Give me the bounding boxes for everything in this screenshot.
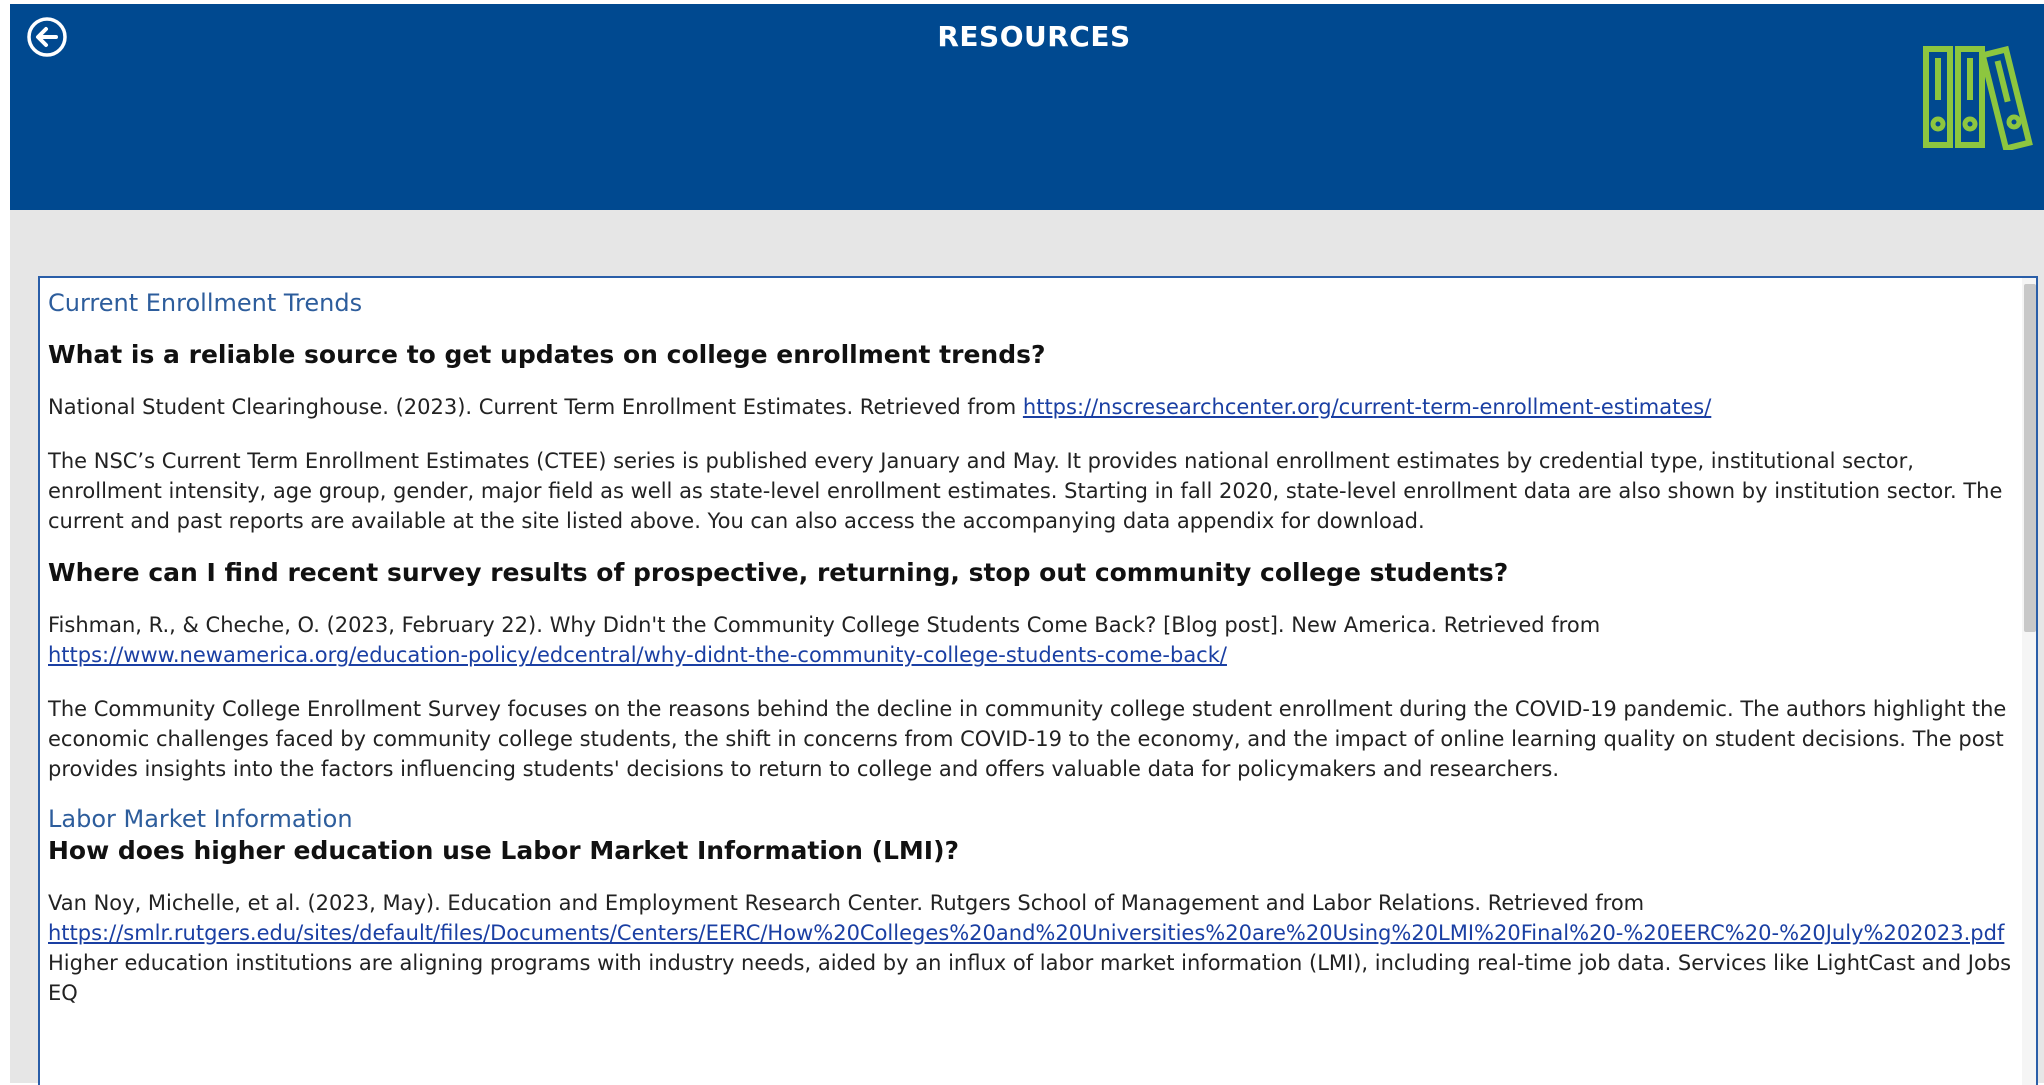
body-3: Higher education institutions are aligni…	[48, 951, 2012, 1005]
page-title: RESOURCES	[937, 20, 1131, 53]
binders-icon	[1920, 44, 2044, 153]
question-3: How does higher education use Labor Mark…	[48, 836, 960, 865]
section-title-enrollment: Current Enrollment Trends	[48, 289, 363, 317]
section-title-lmi: Labor Market Information	[48, 805, 353, 833]
citation-2-text: Fishman, R., & Cheche, O. (2023, Februar…	[48, 613, 1601, 637]
body-2: The Community College Enrollment Survey …	[48, 697, 2007, 781]
citation-1: National Student Clearinghouse. (2023). …	[48, 392, 2013, 422]
citation-1-text: National Student Clearinghouse. (2023). …	[48, 395, 1023, 419]
resources-content: Current Enrollment Trends What is a reli…	[48, 288, 2013, 1008]
resources-panel: Current Enrollment Trends What is a reli…	[38, 276, 2038, 1085]
link-nsc[interactable]: https://nscresearchcenter.org/current-te…	[1023, 395, 1711, 419]
body-1: The NSC’s Current Term Enrollment Estima…	[48, 449, 2003, 533]
link-newamerica[interactable]: https://www.newamerica.org/education-pol…	[48, 643, 1227, 667]
citation-2: Fishman, R., & Cheche, O. (2023, Februar…	[48, 610, 2013, 670]
citation-3: Van Noy, Michelle, et al. (2023, May). E…	[48, 888, 2013, 948]
citation-3-text: Van Noy, Michelle, et al. (2023, May). E…	[48, 891, 1645, 915]
question-1: What is a reliable source to get updates…	[48, 340, 1046, 369]
question-2: Where can I find recent survey results o…	[48, 558, 1509, 587]
scrollbar-thumb[interactable]	[2024, 284, 2036, 632]
link-rutgers[interactable]: https://smlr.rutgers.edu/sites/default/f…	[48, 921, 2004, 945]
